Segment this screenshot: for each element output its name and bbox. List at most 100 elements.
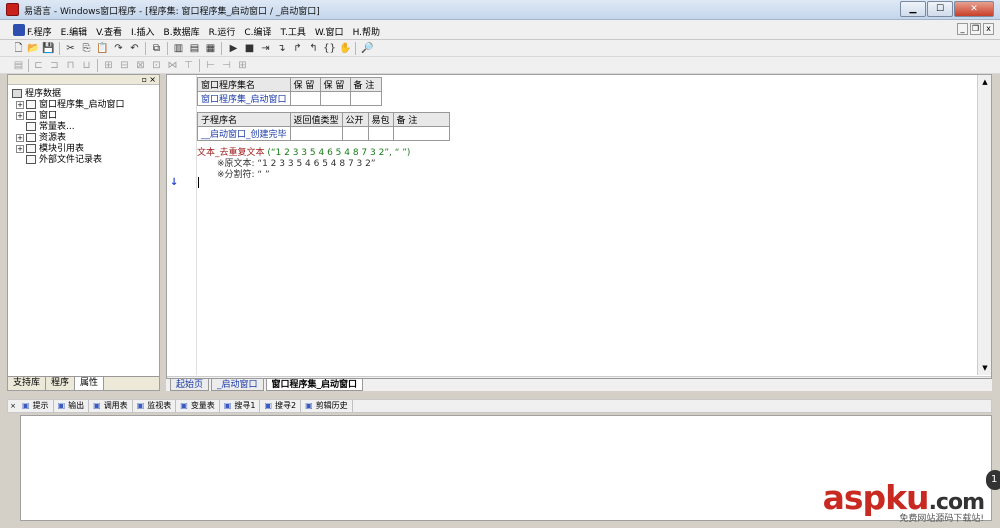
menu-item[interactable]: H.帮助 — [353, 25, 380, 38]
menu-item[interactable]: T.工具 — [281, 25, 306, 38]
search-icon: ▣ — [264, 401, 273, 410]
scroll-down-icon[interactable]: ▼ — [979, 362, 991, 374]
align-right-icon[interactable]: ⊓ — [64, 59, 77, 72]
stop-icon[interactable]: ■ — [243, 42, 256, 55]
panel-close-icon[interactable]: × — [8, 400, 18, 412]
layout-icon[interactable]: ▦ — [204, 42, 217, 55]
toolbar-separator — [97, 59, 98, 72]
space-vertical-icon[interactable]: ⋈ — [166, 59, 179, 72]
minimize-button[interactable]: ▁ — [900, 1, 926, 17]
table-cell[interactable] — [289, 91, 321, 106]
sub-name-cell[interactable]: __启动窗口_创建完毕 — [197, 126, 291, 141]
tree-item[interactable]: + 模块引用表 — [12, 144, 125, 155]
copy-icon[interactable]: ⎘ — [80, 42, 93, 55]
app-logo-icon — [6, 3, 19, 16]
table-cell[interactable] — [319, 91, 351, 106]
output-tab[interactable]: ▣ 搜寻2 — [260, 400, 302, 412]
mdi-restore-button[interactable]: ❐ — [970, 23, 981, 35]
table-cell[interactable] — [289, 126, 343, 141]
step-out-icon[interactable]: ↱ — [291, 42, 304, 55]
mdi-minimize-button[interactable]: _ — [957, 23, 968, 35]
code-editor[interactable]: ↓ 窗口程序集名 保 留 保 留 备 注 窗口程序集_启动窗口 子程序名 返回值… — [166, 74, 992, 391]
step-icon[interactable]: ⇥ — [259, 42, 272, 55]
subroutine-table[interactable]: 子程序名 返回值类型 公开 易包 备 注 __启动窗口_创建完毕 — [197, 112, 450, 141]
table-cell[interactable] — [367, 126, 394, 141]
redo-icon[interactable]: ↷ — [112, 42, 125, 55]
braces-icon[interactable]: {} — [323, 42, 336, 55]
close-button[interactable]: ✕ — [954, 1, 994, 17]
tab-startup-window[interactable]: _启动窗口 — [211, 379, 264, 391]
output-tab[interactable]: ▣ 提示 — [18, 400, 54, 412]
menu-item[interactable]: V.查看 — [96, 25, 122, 38]
center-icon[interactable]: ⊤ — [182, 59, 195, 72]
undo-icon[interactable]: ↶ — [128, 42, 141, 55]
same-width-icon[interactable]: ⊞ — [102, 59, 115, 72]
align-left-icon[interactable]: ▤ — [12, 59, 25, 72]
vertical-scrollbar[interactable]: ▲ ▼ — [977, 75, 991, 375]
same-height-icon[interactable]: ⊟ — [118, 59, 131, 72]
center-horizontal-icon[interactable]: ⊢ — [204, 59, 217, 72]
tree-item[interactable]: + 窗口 — [12, 111, 125, 122]
mdi-controls: _ ❐ x — [955, 23, 994, 35]
expand-icon[interactable]: + — [16, 144, 24, 153]
output-tab[interactable]: ▣ 调用表 — [89, 400, 133, 412]
align-left-icon[interactable]: ⊏ — [32, 59, 45, 72]
panel-close-icon[interactable]: × — [149, 75, 156, 84]
find-icon[interactable]: ⧉ — [150, 42, 163, 55]
run-icon[interactable]: ▶ — [227, 42, 240, 55]
tree-item[interactable]: + 资源表 — [12, 133, 125, 144]
output-tab[interactable]: ▣ 剪辑历史 — [301, 400, 353, 412]
debug-icon[interactable]: 🔎 — [361, 42, 374, 55]
tab-window-assembly[interactable]: 窗口程序集_启动窗口 — [265, 379, 364, 391]
assembly-table[interactable]: 窗口程序集名 保 留 保 留 备 注 窗口程序集_启动窗口 — [197, 77, 382, 106]
output-tab[interactable]: ▣ 输出 — [54, 400, 90, 412]
menu-item[interactable]: B.数据库 — [164, 25, 200, 38]
grid-icon[interactable]: ⊞ — [236, 59, 249, 72]
paste-icon[interactable]: 📋 — [96, 42, 109, 55]
layout-icon[interactable]: ▥ — [172, 42, 185, 55]
layout-icon[interactable]: ▤ — [188, 42, 201, 55]
toolbar-separator — [199, 59, 200, 72]
menu-item[interactable]: E.编辑 — [61, 25, 88, 38]
table-cell[interactable] — [392, 126, 450, 141]
align-center-icon[interactable]: ⊐ — [48, 59, 61, 72]
pin-icon[interactable]: ▫ — [142, 75, 147, 84]
menu-item[interactable]: C.编译 — [244, 25, 271, 38]
expand-icon[interactable]: + — [16, 133, 24, 142]
tab-support-library[interactable]: 支持库 — [8, 377, 47, 390]
tree-item[interactable]: 程序数据 — [12, 89, 125, 100]
table-cell[interactable] — [349, 91, 382, 106]
output-tab[interactable]: ▣ 搜寻1 — [220, 400, 261, 412]
cut-icon[interactable]: ✂ — [64, 42, 77, 55]
output-tab-label: 调用表 — [103, 401, 128, 410]
expand-icon[interactable]: + — [16, 100, 24, 109]
new-file-icon[interactable]: 🗋 — [12, 42, 25, 55]
tab-properties[interactable]: 属性 — [75, 377, 105, 390]
center-vertical-icon[interactable]: ⊣ — [220, 59, 233, 72]
hand-icon[interactable]: ✋ — [339, 42, 352, 55]
tree-item[interactable]: + 窗口程序集_启动窗口 — [12, 100, 125, 111]
save-icon[interactable]: 💾 — [42, 42, 55, 55]
tree-item[interactable]: 外部文件记录表 — [12, 155, 125, 166]
scroll-up-icon[interactable]: ▲ — [979, 76, 991, 88]
tab-start-page[interactable]: 起始页 — [170, 379, 210, 391]
output-tab[interactable]: ▣ 变量表 — [176, 400, 220, 412]
output-tab[interactable]: ▣ 监视表 — [133, 400, 177, 412]
assembly-name-cell[interactable]: 窗口程序集_启动窗口 — [197, 91, 291, 106]
mdi-close-button[interactable]: x — [983, 23, 994, 35]
menu-item[interactable]: I.插入 — [131, 25, 155, 38]
table-cell[interactable] — [341, 126, 369, 141]
menu-item[interactable]: W.窗口 — [315, 25, 344, 38]
step-out-icon[interactable]: ↰ — [307, 42, 320, 55]
same-size-icon[interactable]: ⊠ — [134, 59, 147, 72]
align-top-icon[interactable]: ⊔ — [80, 59, 93, 72]
tab-program[interactable]: 程序 — [46, 377, 76, 390]
maximize-button[interactable]: ☐ — [927, 1, 953, 17]
tree-item[interactable]: 常量表... — [12, 122, 125, 133]
step-into-icon[interactable]: ↴ — [275, 42, 288, 55]
space-horizontal-icon[interactable]: ⊡ — [150, 59, 163, 72]
open-folder-icon[interactable]: 📂 — [27, 42, 40, 55]
menu-item[interactable]: F.程序 — [27, 25, 52, 38]
menu-item[interactable]: R.运行 — [209, 25, 236, 38]
expand-icon[interactable]: + — [16, 111, 24, 120]
